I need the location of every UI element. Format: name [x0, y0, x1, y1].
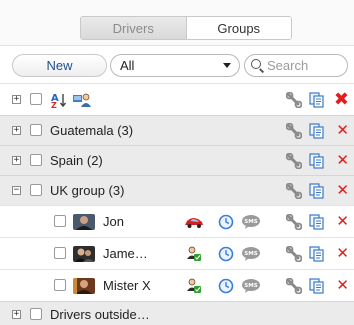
group-name: UK group (3) [50, 183, 125, 198]
driver-checkbox[interactable] [54, 215, 66, 227]
tab-switcher: Drivers Groups [80, 16, 292, 40]
copy-icon[interactable] [309, 123, 325, 139]
tree-header-row: + AZ ✖ [0, 83, 354, 115]
filter-toolbar: New All [0, 47, 354, 83]
search-input[interactable] [267, 58, 343, 73]
delete-icon[interactable]: ✕ [336, 183, 349, 199]
wrench-icon[interactable] [286, 246, 302, 262]
driver-name: Jame… [103, 246, 148, 261]
expand-all-icon[interactable]: + [12, 95, 21, 104]
driver-avatar [73, 246, 95, 262]
expand-icon[interactable]: + [12, 126, 21, 135]
wrench-icon[interactable] [286, 153, 302, 169]
svg-text:SMS: SMS [244, 283, 257, 289]
copy-icon[interactable] [309, 153, 325, 169]
tab-drivers[interactable]: Drivers [81, 17, 187, 39]
group-name: Spain (2) [50, 153, 103, 168]
copy-icon[interactable] [309, 278, 325, 294]
delete-icon[interactable]: ✕ [336, 278, 349, 294]
group-checkbox[interactable] [30, 184, 42, 196]
clock-icon[interactable] [218, 278, 234, 294]
tab-groups[interactable]: Groups [186, 17, 291, 39]
copy-icon[interactable] [309, 214, 325, 230]
tree-group-row[interactable]: + Guatemala (3) ✕ [0, 115, 354, 145]
clock-icon[interactable] [218, 214, 234, 230]
wrench-icon[interactable] [286, 92, 302, 108]
delete-icon[interactable]: ✖ [334, 90, 349, 108]
driver-avatar [73, 278, 95, 294]
expand-icon[interactable]: + [12, 310, 21, 319]
driver-avatar [73, 214, 95, 230]
wrench-icon[interactable] [286, 278, 302, 294]
group-name: Drivers outside… [50, 307, 150, 322]
select-all-checkbox[interactable] [30, 93, 42, 105]
driver-assigned-icon[interactable] [186, 246, 202, 262]
new-button[interactable]: New [12, 54, 107, 77]
sms-icon[interactable]: SMS [241, 214, 261, 230]
driver-checkbox[interactable] [54, 247, 66, 259]
sms-icon[interactable]: SMS [241, 246, 261, 262]
driver-name: Jon [103, 214, 124, 229]
expand-icon[interactable]: + [12, 156, 21, 165]
tree-group-row[interactable]: + Drivers outside… [0, 301, 354, 325]
delete-icon[interactable]: ✕ [336, 123, 349, 139]
wrench-icon[interactable] [286, 214, 302, 230]
svg-text:SMS: SMS [244, 219, 257, 225]
driver-row[interactable]: Mister X SMS ✕ [0, 269, 354, 301]
delete-icon[interactable]: ✕ [336, 153, 349, 169]
red-car-icon[interactable] [184, 215, 204, 231]
group-checkbox[interactable] [30, 124, 42, 136]
group-checkbox[interactable] [30, 308, 42, 320]
tab-bar: Drivers Groups [0, 0, 354, 46]
search-box[interactable] [244, 54, 348, 77]
delete-icon[interactable]: ✕ [336, 214, 349, 230]
tree-group-row[interactable]: + Spain (2) ✕ [0, 145, 354, 175]
clock-icon[interactable] [218, 246, 234, 262]
wrench-icon[interactable] [286, 183, 302, 199]
drivers-groups-panel: Drivers Groups New All + AZ ✖ [0, 0, 354, 325]
driver-name: Mister X [103, 278, 151, 293]
filter-select[interactable]: All [110, 54, 240, 77]
svg-text:Z: Z [51, 101, 57, 108]
delete-icon[interactable]: ✕ [336, 246, 349, 262]
copy-icon[interactable] [309, 183, 325, 199]
sort-az-icon[interactable]: AZ [51, 92, 67, 108]
search-icon [251, 58, 265, 73]
copy-icon[interactable] [309, 92, 325, 108]
collapse-icon[interactable]: − [12, 186, 21, 195]
driver-row[interactable]: Jame… SMS ✕ [0, 237, 354, 269]
sms-icon[interactable]: SMS [241, 278, 261, 294]
tree-group-row[interactable]: − UK group (3) ✕ [0, 175, 354, 205]
driver-row[interactable]: Jon SMS ✕ [0, 205, 354, 237]
copy-icon[interactable] [309, 246, 325, 262]
driver-assigned-icon[interactable] [186, 278, 202, 294]
filter-select-value: All [120, 58, 135, 73]
group-users-icon[interactable] [72, 92, 92, 108]
driver-checkbox[interactable] [54, 279, 66, 291]
group-checkbox[interactable] [30, 154, 42, 166]
svg-text:SMS: SMS [244, 251, 257, 257]
wrench-icon[interactable] [286, 123, 302, 139]
group-name: Guatemala (3) [50, 123, 134, 138]
dropdown-arrow-icon [223, 63, 231, 68]
